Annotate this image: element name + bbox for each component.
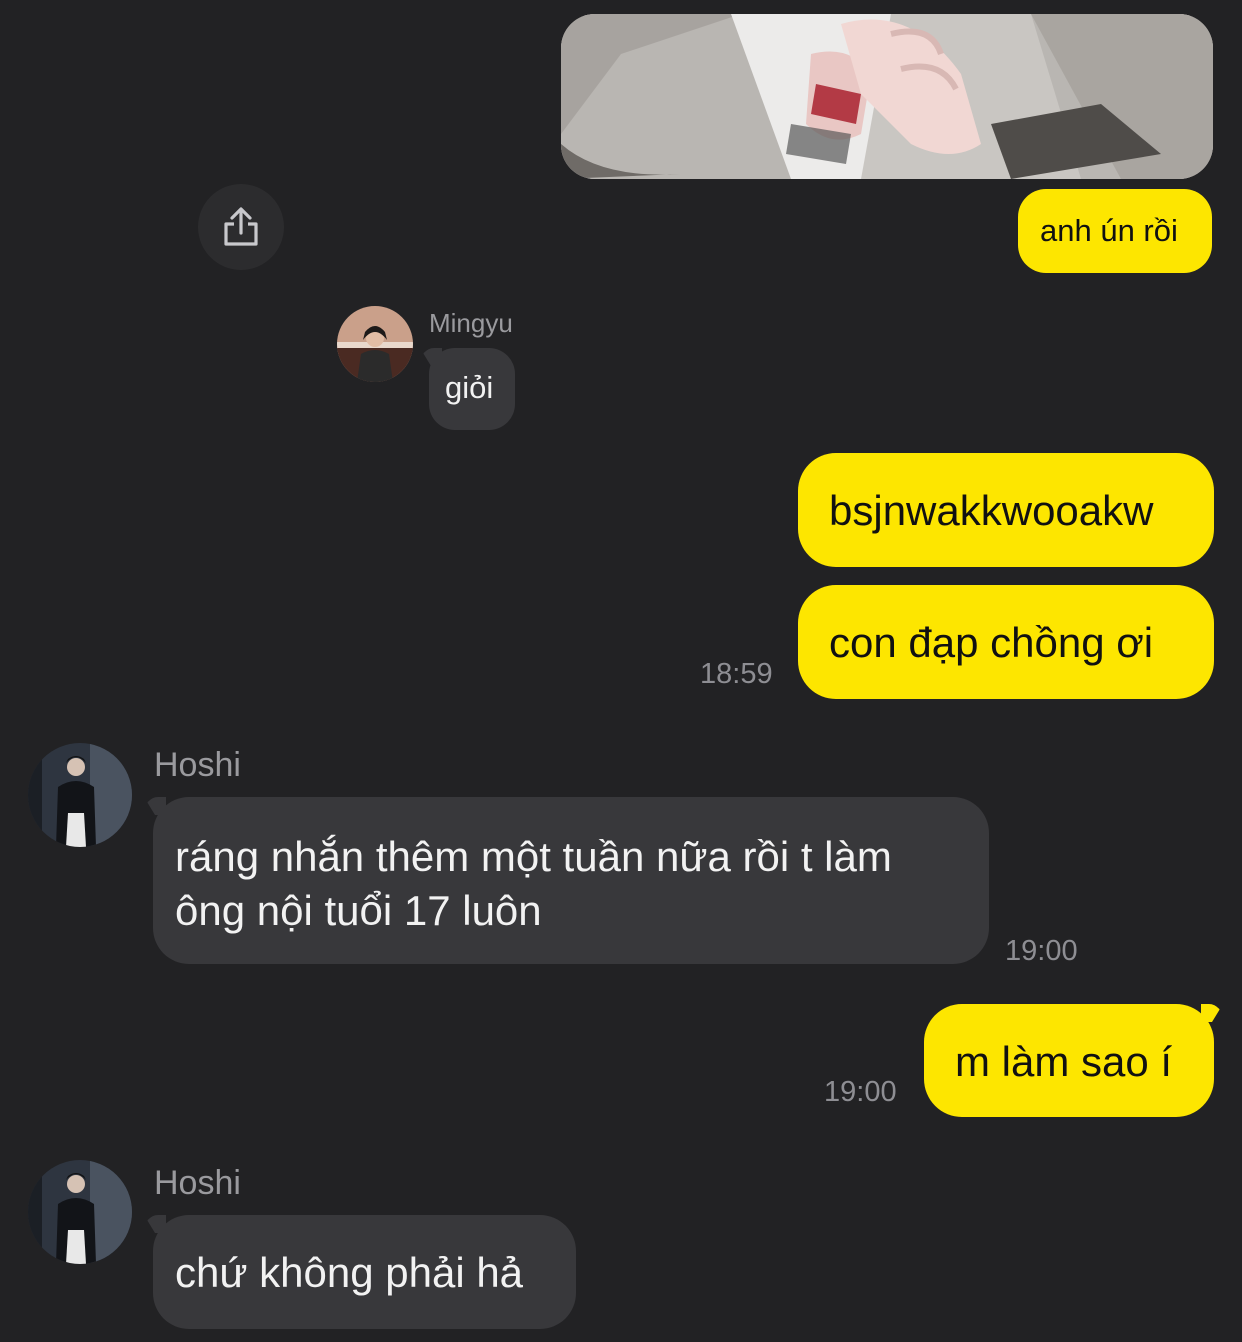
message-text: giỏi [445,370,494,405]
message-bubble-sent[interactable]: bsjnwakkwooakw [798,453,1214,567]
sender-name-hoshi: Hoshi [154,746,241,784]
message-text: m làm sao í [955,1038,1173,1085]
message-text-line: ông nội tuổi 17 luôn [175,887,542,934]
message-text: bsjnwakkwooakw [829,487,1154,534]
message-bubble-received[interactable]: chứ không phải hả [153,1215,576,1329]
message-timestamp: 19:00 [824,1076,897,1108]
message-text: anh ún rồi [1040,213,1178,248]
sender-name-mingyu: Mingyu [429,308,513,338]
photo-content [561,14,1213,179]
avatar-image [28,1160,132,1264]
avatar-hoshi[interactable] [28,1160,132,1264]
share-icon [224,207,258,246]
shared-photo[interactable] [561,14,1213,179]
message-text: chứ không phải hả [175,1249,524,1296]
message-text-line: ráng nhắn thêm một tuần nữa rồi t làm [175,833,892,880]
avatar-image [337,306,413,382]
avatar-mingyu[interactable] [337,306,413,382]
avatar-image [28,743,132,847]
message-text: con đạp chồng ơi [829,619,1154,666]
message-timestamp: 19:00 [1005,935,1078,967]
message-bubble-sent[interactable]: m làm sao í [924,1004,1214,1117]
message-timestamp: 18:59 [700,658,773,690]
message-bubble-sent[interactable]: anh ún rồi [1018,189,1212,273]
message-bubble-sent[interactable]: con đạp chồng ơi [798,585,1214,699]
share-button[interactable] [198,184,284,270]
sender-name-hoshi: Hoshi [154,1164,241,1202]
message-bubble-received[interactable]: giỏi [429,348,515,430]
avatar-hoshi[interactable] [28,743,132,847]
chat-screen: anh ún rồi Mingyu giỏi bsjnwakkwooakw 18… [0,0,1242,1342]
message-bubble-received[interactable]: ráng nhắn thêm một tuần nữa rồi t làm ôn… [153,797,989,964]
